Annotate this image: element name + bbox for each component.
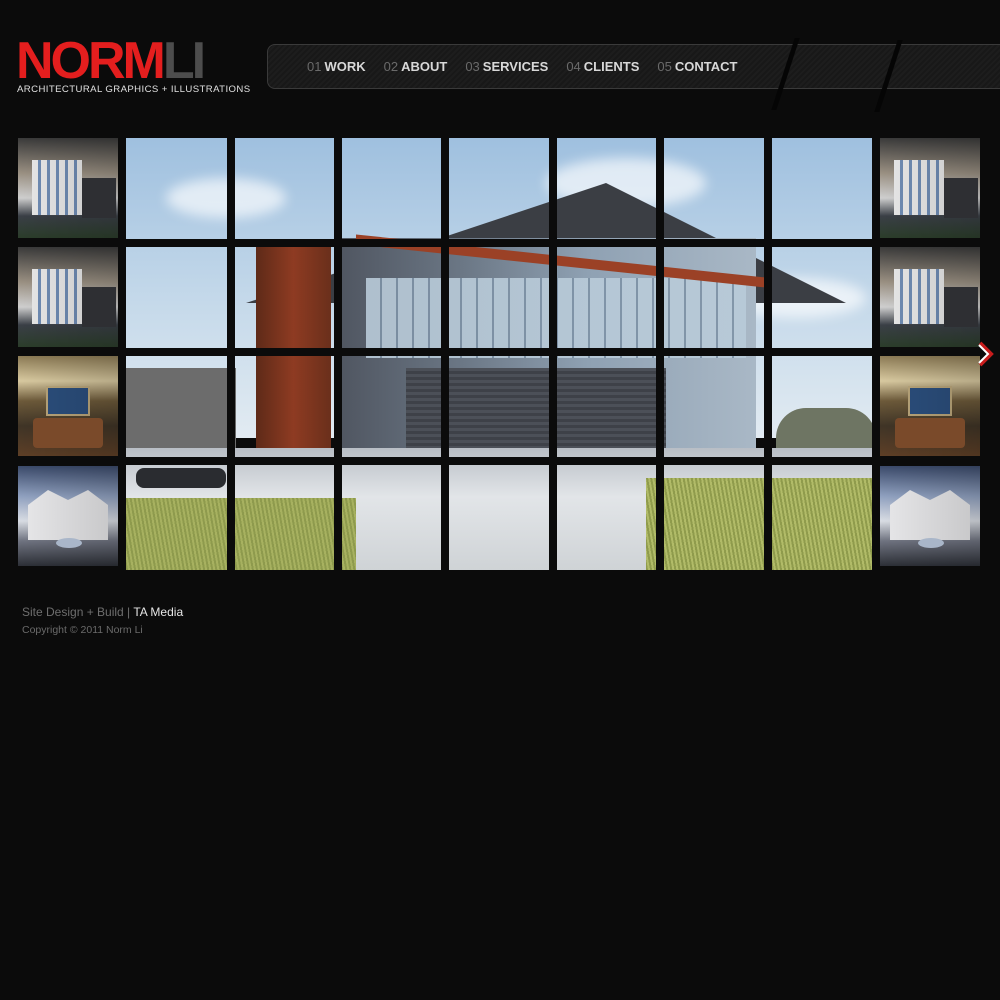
grid-gap bbox=[126, 239, 872, 247]
logo-wordmark: NORMLI bbox=[16, 35, 206, 87]
nav-label: CONTACT bbox=[674, 59, 738, 74]
thumbnail-modern-building[interactable] bbox=[18, 138, 118, 238]
thumbnail-dining-room[interactable] bbox=[18, 356, 118, 456]
logo-norm: NORM bbox=[16, 32, 166, 90]
nav-items: 01 WORK 02 ABOUT 03 SERVICES 04 CLIENTS 05 CO… bbox=[307, 59, 755, 74]
thumbnail-dining-room[interactable] bbox=[880, 356, 980, 456]
nav-number: 02 bbox=[383, 59, 399, 74]
thumbnail-modern-building[interactable] bbox=[880, 247, 980, 347]
logo-tagline: ARCHITECTURAL GRAPHICS + ILLUSTRATIONS bbox=[17, 84, 251, 95]
image-gallery bbox=[18, 138, 1000, 570]
nav-number: 01 bbox=[307, 59, 322, 74]
nav-number: 03 bbox=[465, 59, 480, 74]
nav-item-about[interactable]: 02 ABOUT bbox=[384, 59, 448, 74]
nav-item-clients[interactable]: 04 CLIENTS bbox=[566, 59, 639, 74]
thumbnail-modern-building[interactable] bbox=[880, 138, 980, 238]
footer: Site Design + Build | TA Media Copyright… bbox=[22, 605, 183, 636]
nav-label: SERVICES bbox=[482, 59, 549, 74]
nav-item-services[interactable]: 03 SERVICES bbox=[465, 59, 548, 74]
copyright: Copyright © 2011 Norm Li bbox=[22, 624, 143, 636]
thumbnail-house[interactable] bbox=[18, 466, 118, 566]
nav-label: ABOUT bbox=[401, 59, 448, 74]
grid-gap bbox=[126, 348, 872, 356]
nav-number: 05 bbox=[657, 59, 672, 74]
thumbnail-modern-building[interactable] bbox=[18, 247, 118, 347]
site-credit: Site Design + Build | TA Media bbox=[22, 605, 183, 619]
grid-gap bbox=[126, 457, 872, 465]
nav-item-work[interactable]: 01 WORK bbox=[307, 59, 366, 74]
credit-prefix: Site Design + Build | bbox=[22, 605, 131, 619]
chevron-right-icon[interactable] bbox=[975, 340, 997, 368]
logo-li: LI bbox=[162, 32, 206, 90]
credit-link[interactable]: TA Media bbox=[133, 605, 183, 619]
nav-item-contact[interactable]: 05 CONTACT bbox=[657, 59, 737, 74]
thumbnail-house[interactable] bbox=[880, 466, 980, 566]
logo[interactable]: NORMLI ARCHITECTURAL GRAPHICS + ILLUSTRA… bbox=[16, 35, 250, 98]
nav-label: WORK bbox=[324, 59, 366, 74]
nav-label: CLIENTS bbox=[583, 59, 640, 74]
nav-number: 04 bbox=[566, 59, 581, 74]
